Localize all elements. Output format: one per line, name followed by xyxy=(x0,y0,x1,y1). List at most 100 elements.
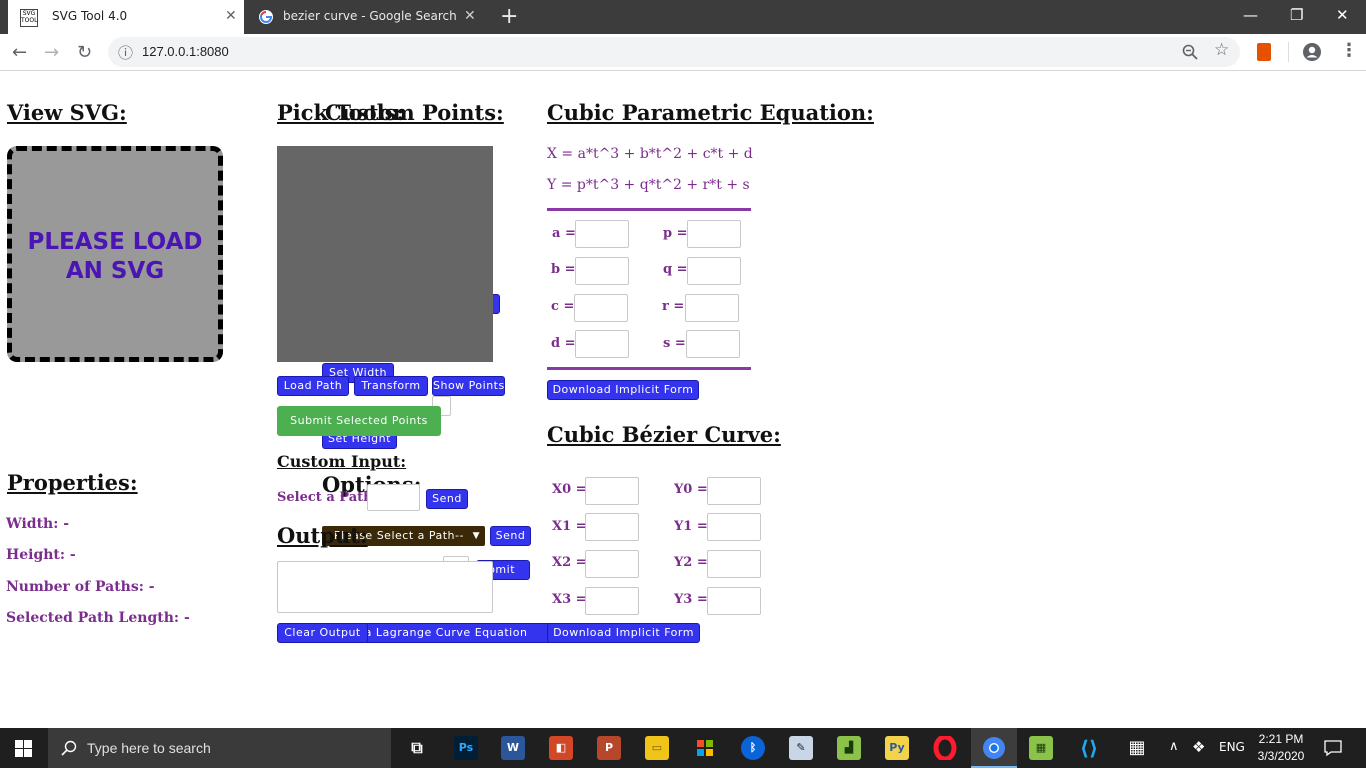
tray-chevron-up-icon[interactable]: ∧ xyxy=(1169,739,1179,754)
reload-icon[interactable]: ↻ xyxy=(77,42,92,63)
google-favicon-icon xyxy=(259,10,273,24)
tab-svg-tool[interactable]: SVG TOOL SVG Tool 4.0 ✕ xyxy=(8,0,244,34)
notifications-icon[interactable] xyxy=(1324,739,1342,757)
parametric-heading: Cubic Parametric Equation: xyxy=(547,100,874,125)
output-heading: Output: xyxy=(277,523,368,548)
coef-d-label: d = xyxy=(551,336,576,351)
x2-input[interactable] xyxy=(585,550,639,578)
python-icon[interactable]: Py xyxy=(885,736,909,760)
tab-google-search[interactable]: bezier curve - Google Search ✕ xyxy=(250,0,486,34)
office-extension-icon[interactable] xyxy=(1257,43,1271,61)
divider xyxy=(547,367,751,370)
y3-input[interactable] xyxy=(707,587,761,615)
send-path-button[interactable]: Send xyxy=(490,526,531,546)
restore-icon[interactable]: ❐ xyxy=(1290,6,1303,24)
url-text[interactable]: 127.0.0.1:8080 xyxy=(142,44,229,59)
coef-c-input[interactable] xyxy=(574,294,628,322)
paint-icon[interactable]: ✎ xyxy=(789,736,813,760)
close-tab-icon[interactable]: ✕ xyxy=(464,8,476,24)
coef-q-input[interactable] xyxy=(687,257,741,285)
close-window-icon[interactable]: ✕ xyxy=(1336,6,1349,24)
task-view-icon[interactable]: ⧉ xyxy=(405,736,429,760)
windows-start-icon[interactable] xyxy=(15,740,32,757)
address-bar-row: ← → ↻ ⓘ 127.0.0.1:8080 ☆ ⋮ xyxy=(0,34,1366,71)
clock[interactable]: 2:21 PM 3/3/2020 xyxy=(1256,731,1306,765)
menu-kebab-icon[interactable]: ⋮ xyxy=(1340,40,1358,61)
bookmark-star-icon[interactable]: ☆ xyxy=(1214,40,1229,60)
coef-p-input[interactable] xyxy=(687,220,741,248)
chevron-down-icon: ▼ xyxy=(472,531,480,541)
language-indicator[interactable]: ENG xyxy=(1219,740,1245,754)
clock-time: 2:21 PM xyxy=(1258,732,1304,746)
y1-label: Y1 = xyxy=(674,519,708,534)
coef-b-input[interactable] xyxy=(575,257,629,285)
select-path-label: Select a Path: xyxy=(277,490,378,505)
calculator-icon[interactable]: ▦ xyxy=(1125,736,1149,760)
custom-input-heading: Custom Input: xyxy=(277,452,407,471)
photoshop-icon[interactable]: Ps xyxy=(454,736,478,760)
coef-r-input[interactable] xyxy=(685,294,739,322)
chrome-icon xyxy=(983,737,1005,759)
output-textarea[interactable] xyxy=(277,561,493,613)
chrome-taskbar-active[interactable] xyxy=(971,728,1017,768)
coef-r-label: r = xyxy=(662,299,685,314)
show-points-button[interactable]: Show Points xyxy=(432,376,505,396)
omnibox[interactable]: ⓘ 127.0.0.1:8080 ☆ xyxy=(108,37,1240,67)
width-property: Width: - xyxy=(6,516,70,532)
coef-s-label: s = xyxy=(663,336,686,351)
y2-input[interactable] xyxy=(707,550,761,578)
chart-app-icon[interactable]: ▟ xyxy=(837,736,861,760)
site-info-icon[interactable]: ⓘ xyxy=(118,42,133,63)
send-button[interactable]: Send xyxy=(426,489,468,509)
coef-d-input[interactable] xyxy=(575,330,629,358)
clock-date: 3/3/2020 xyxy=(1257,749,1305,763)
y0-label: Y0 = xyxy=(674,482,708,497)
bezier-download-implicit-button[interactable]: Download Implicit Form xyxy=(547,623,700,643)
coef-q-label: q = xyxy=(663,262,688,277)
bluetooth-icon[interactable]: ᛒ xyxy=(741,736,765,760)
coef-s-input[interactable] xyxy=(686,330,740,358)
path-count-property: Number of Paths: - xyxy=(6,579,155,595)
opera-icon[interactable] xyxy=(933,734,957,762)
new-tab-icon[interactable]: + xyxy=(500,4,518,29)
coef-a-label: a = xyxy=(552,226,576,241)
svg-viewer[interactable]: PLEASE LOAD AN SVG xyxy=(7,146,223,362)
forward-icon[interactable]: → xyxy=(44,42,59,63)
tab-bar: SVG TOOL SVG Tool 4.0 ✕ bezier curve - Go… xyxy=(0,0,1366,34)
x2-label: X2 = xyxy=(552,555,587,570)
download-implicit-form-button[interactable]: Download Implicit Form xyxy=(547,380,699,400)
minimize-icon[interactable]: — xyxy=(1243,6,1258,24)
x1-input[interactable] xyxy=(585,513,639,541)
path-length-property: Selected Path Length: - xyxy=(6,610,190,626)
placeholder-line: AN SVG xyxy=(65,258,165,284)
spreadsheet-app-icon[interactable]: ▦ xyxy=(1029,736,1053,760)
transform-button[interactable]: Transform xyxy=(354,376,428,396)
dropbox-icon[interactable]: ❖ xyxy=(1192,738,1205,756)
tab-title: SVG Tool 4.0 xyxy=(52,9,128,23)
close-tab-icon[interactable]: ✕ xyxy=(225,8,237,24)
back-icon[interactable]: ← xyxy=(12,42,27,63)
coef-a-input[interactable] xyxy=(575,220,629,248)
word-icon[interactable]: W xyxy=(501,736,525,760)
load-path-button[interactable]: Load Path xyxy=(277,376,349,396)
taskbar-search-box[interactable]: Type here to search xyxy=(48,728,391,768)
screen-recorder-icon[interactable]: ◧ xyxy=(549,736,573,760)
point-picker-canvas[interactable] xyxy=(277,146,493,362)
search-icon xyxy=(61,740,77,756)
powerpoint-icon[interactable]: P xyxy=(597,736,621,760)
y1-input[interactable] xyxy=(707,513,761,541)
y3-label: Y3 = xyxy=(674,592,708,607)
y0-input[interactable] xyxy=(707,477,761,505)
tab-title: bezier curve - Google Search xyxy=(283,9,457,23)
vscode-icon[interactable]: ⟨⟩ xyxy=(1077,736,1101,760)
profile-icon[interactable] xyxy=(1302,42,1322,62)
x0-input[interactable] xyxy=(585,477,639,505)
x3-input[interactable] xyxy=(585,587,639,615)
submit-selected-points-button[interactable]: Submit Selected Points xyxy=(277,406,441,436)
store-icon[interactable] xyxy=(693,736,717,760)
zoom-icon[interactable] xyxy=(1182,44,1198,60)
custom-input-field[interactable] xyxy=(367,484,420,511)
file-explorer-icon[interactable]: ▭ xyxy=(645,736,669,760)
clear-output-button[interactable]: Clear Output xyxy=(277,623,368,643)
taskbar: Type here to search ⧉ Ps W ◧ P ▭ ᛒ ✎ ▟ P… xyxy=(0,728,1366,768)
